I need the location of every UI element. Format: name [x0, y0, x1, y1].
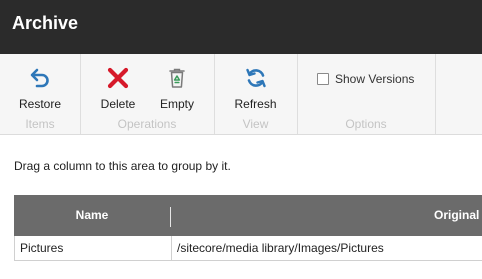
group-label-view: View	[242, 117, 269, 131]
group-label-items: Items	[25, 117, 55, 131]
group-by-drop-area[interactable]: Drag a column to this area to group by i…	[14, 159, 231, 173]
restore-arrow-icon	[30, 68, 49, 88]
ribbon-group-operations: Delete Empty Operations	[80, 54, 215, 134]
empty-button-label: Empty	[159, 97, 194, 111]
title-bar: Archive	[0, 0, 482, 54]
ribbon-group-view: Refresh View	[214, 54, 298, 134]
cell-name: Pictures	[20, 241, 64, 255]
refresh-button[interactable]: Refresh	[214, 66, 297, 111]
table-row[interactable]: Pictures /sitecore/media library/Images/…	[14, 236, 482, 261]
empty-button[interactable]: Empty	[154, 66, 200, 111]
show-versions-checkbox[interactable]	[317, 73, 329, 85]
show-versions-label: Show Versions	[335, 72, 415, 86]
delete-button[interactable]: Delete	[96, 66, 140, 111]
restore-button-label: Restore	[18, 97, 62, 111]
cell-original: /sitecore/media library/Images/Pictures	[177, 241, 384, 255]
ribbon-toolbar: Restore Items Delete Empty Operations Re…	[0, 54, 482, 135]
group-label-options: Options	[345, 117, 387, 131]
ribbon-group-options: Show Versions Options	[297, 54, 436, 134]
show-versions-option[interactable]: Show Versions	[317, 72, 414, 86]
group-label-operations: Operations	[117, 117, 177, 131]
cell-divider	[171, 236, 172, 261]
delete-button-label: Delete	[100, 97, 136, 111]
ribbon-group-items: Restore Items	[0, 54, 81, 134]
column-header-name[interactable]: Name	[14, 195, 170, 236]
refresh-icon	[245, 68, 266, 88]
delete-x-icon	[107, 67, 129, 89]
refresh-button-label: Refresh	[234, 97, 277, 111]
column-header-original[interactable]: Original	[434, 195, 479, 236]
column-resize-handle[interactable]	[170, 207, 171, 227]
recycle-bin-icon	[169, 68, 185, 88]
restore-button[interactable]: Restore	[0, 66, 80, 111]
page-title: Archive	[12, 13, 79, 33]
grid-header: Name Original	[14, 195, 482, 236]
